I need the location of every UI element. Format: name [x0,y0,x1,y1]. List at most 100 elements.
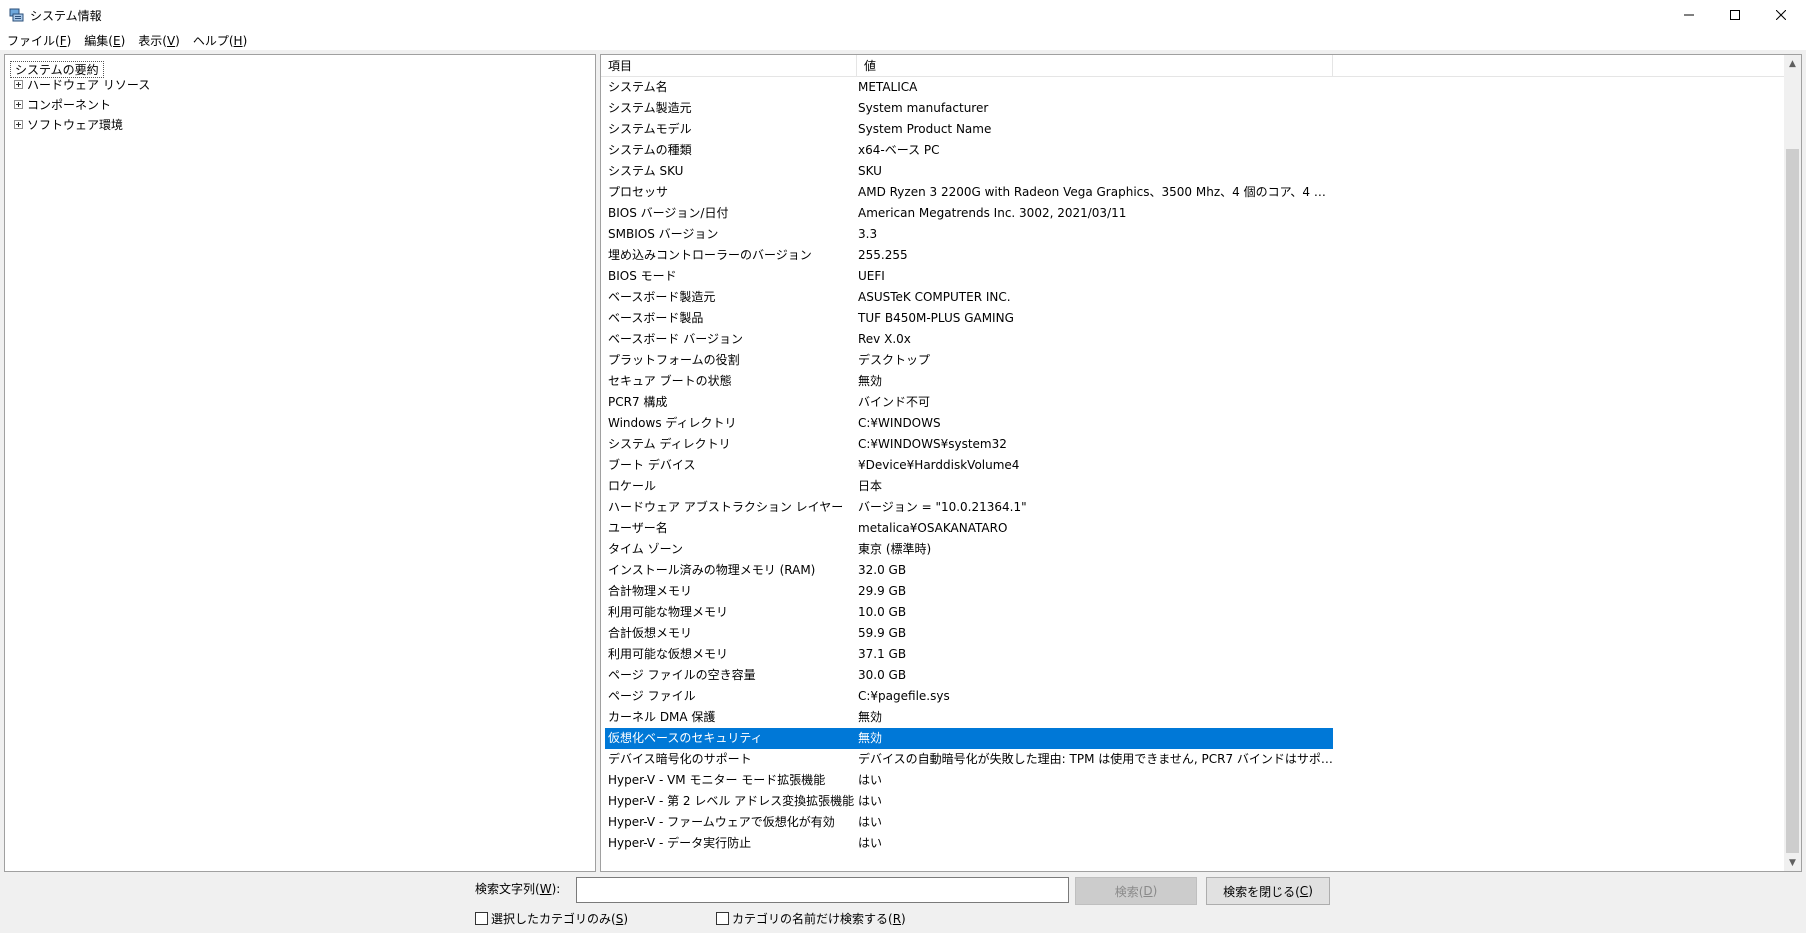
column-header-item[interactable]: 項目 [601,55,857,77]
table-row[interactable]: セキュア ブートの状態 無効 [605,371,1333,392]
category-tree: システムの要約 ハードウェア リソース コンポーネント ソフトウェア環境 [4,54,596,872]
table-row[interactable]: BIOS バージョン/日付 American Megatrends Inc. 30… [605,203,1333,224]
row-value: C:¥pagefile.sys [858,689,950,703]
table-row[interactable]: プラットフォームの役割 デスクトップ [605,350,1333,371]
scroll-thumb[interactable] [1786,149,1799,853]
row-value: ¥Device¥HarddiskVolume4 [858,458,1020,472]
table-row[interactable]: システム ディレクトリ C:¥WINDOWS¥system32 [605,434,1333,455]
row-item: プロセッサ [608,185,669,199]
table-row[interactable]: 利用可能な物理メモリ 10.0 GB [605,602,1333,623]
row-item: BIOS モード [608,269,677,283]
expand-icon[interactable] [14,79,23,89]
table-row[interactable]: ハードウェア アブストラクション レイヤー バージョン = "10.0.21364… [605,497,1333,518]
row-value: 255.255 [858,248,908,262]
table-row[interactable]: プロセッサ AMD Ryzen 3 2200G with Radeon Vega … [605,182,1333,203]
table-row[interactable]: システム SKU SKU [605,161,1333,182]
minimize-button[interactable] [1666,0,1712,30]
row-value: デスクトップ [858,353,931,367]
row-value: 3.3 [858,227,878,241]
details-list: 項目 値 システム名 METALICA システム製造元 System manufact… [600,54,1802,872]
menu-edit-label: 編集( [84,34,113,48]
table-row[interactable]: システムの種類 x64-ベース PC [605,140,1333,161]
row-item: BIOS バージョン/日付 [608,206,729,220]
checkbox-accel: R [892,911,902,926]
row-value: 30.0 GB [858,668,907,682]
tree-item-components[interactable]: コンポーネント [14,95,111,113]
vertical-scrollbar[interactable]: ▲ ▼ [1784,55,1801,871]
row-item: プラットフォームの役割 [608,353,740,367]
expand-icon[interactable] [14,99,23,109]
close-find-label: 検索を閉じる( [1223,884,1300,899]
table-row[interactable]: ロケール 日本 [605,476,1333,497]
close-button[interactable] [1758,0,1804,30]
table-row[interactable]: デバイス暗号化のサポート デバイスの自動暗号化が失敗した理由: TPM は使用でき… [605,749,1333,770]
table-row[interactable]: ベースボード バージョン Rev X.0x [605,329,1333,350]
table-row[interactable]: カーネル DMA 保護 無効 [605,707,1333,728]
table-row[interactable]: Hyper-V - 第 2 レベル アドレス変換拡張機能 はい [605,791,1333,812]
search-input[interactable] [576,877,1069,903]
find-button[interactable]: 検索(D) [1075,877,1197,905]
checkbox-box[interactable] [716,912,729,925]
table-row[interactable]: Windows ディレクトリ C:¥WINDOWS [605,413,1333,434]
table-row[interactable]: ページ ファイルの空き容量 30.0 GB [605,665,1333,686]
expand-icon[interactable] [14,119,23,129]
scroll-up-arrow-icon[interactable]: ▲ [1784,55,1801,72]
checkbox-accel: S [615,911,624,926]
menu-help-accel: H [233,34,243,48]
row-item: Hyper-V - ファームウェアで仮想化が有効 [608,815,835,829]
row-item: 仮想化ベースのセキュリティ [608,731,763,745]
row-item: 利用可能な物理メモリ [608,605,729,619]
list-body: システム名 METALICA システム製造元 System manufacturer シ… [605,77,1333,854]
table-row[interactable]: システム名 METALICA [605,77,1333,98]
row-item: 埋め込みコントローラーのバージョン [608,248,812,262]
table-row[interactable]: システム製造元 System manufacturer [605,98,1333,119]
menu-edit-accel: E [112,34,121,48]
tree-item-hardware-resources[interactable]: ハードウェア リソース [14,75,150,93]
table-row[interactable]: 合計仮想メモリ 59.9 GB [605,623,1333,644]
row-value: 59.9 GB [858,626,907,640]
title-bar: システム情報 [0,0,1806,30]
table-row[interactable]: Hyper-V - ファームウェアで仮想化が有効 はい [605,812,1333,833]
checkbox-box[interactable] [475,912,488,925]
search-selected-category-checkbox[interactable]: 選択したカテゴリのみ(S) [475,910,628,927]
menu-file[interactable]: ファイル(F) [0,30,77,50]
menu-view[interactable]: 表示(V) [131,30,186,50]
table-row[interactable]: ページ ファイル C:¥pagefile.sys [605,686,1333,707]
menu-view-tail: ) [175,34,180,48]
table-row[interactable]: PCR7 構成 バインド不可 [605,392,1333,413]
menu-edit[interactable]: 編集(E) [77,30,131,50]
table-row[interactable]: ユーザー名 metalica¥OSAKANATARO [605,518,1333,539]
menu-view-accel: V [166,34,176,48]
table-row[interactable]: 仮想化ベースのセキュリティ 無効 [605,728,1333,749]
scroll-down-arrow-icon[interactable]: ▼ [1784,854,1801,871]
maximize-button[interactable] [1712,0,1758,30]
row-item: ページ ファイルの空き容量 [608,668,756,682]
row-value: 東京 (標準時) [858,542,932,556]
table-row[interactable]: ベースボード製造元 ASUSTeK COMPUTER INC. [605,287,1333,308]
menu-help[interactable]: ヘルプ(H) [186,30,253,50]
search-category-names-checkbox[interactable]: カテゴリの名前だけ検索する(R) [716,910,906,927]
row-item: Hyper-V - データ実行防止 [608,836,752,850]
table-row[interactable]: 合計物理メモリ 29.9 GB [605,581,1333,602]
column-header-value[interactable]: 値 [857,55,1333,77]
table-row[interactable]: インストール済みの物理メモリ (RAM) 32.0 GB [605,560,1333,581]
table-row[interactable]: Hyper-V - VM モニター モード拡張機能 はい [605,770,1333,791]
row-item: 利用可能な仮想メモリ [608,647,729,661]
table-row[interactable]: SMBIOS バージョン 3.3 [605,224,1333,245]
row-value: はい [858,815,883,829]
table-row[interactable]: タイム ゾーン 東京 (標準時) [605,539,1333,560]
close-find-button[interactable]: 検索を閉じる(C) [1206,877,1330,905]
row-value: x64-ベース PC [858,143,940,157]
find-button-label: 検索( [1114,884,1144,899]
table-row[interactable]: 埋め込みコントローラーのバージョン 255.255 [605,245,1333,266]
table-row[interactable]: Hyper-V - データ実行防止 はい [605,833,1333,854]
table-row[interactable]: システムモデル System Product Name [605,119,1333,140]
row-value: C:¥WINDOWS [858,416,941,430]
table-row[interactable]: ベースボード製品 TUF B450M-PLUS GAMING [605,308,1333,329]
table-row[interactable]: ブート デバイス ¥Device¥HarddiskVolume4 [605,455,1333,476]
table-row[interactable]: BIOS モード UEFI [605,266,1333,287]
row-value: American Megatrends Inc. 3002, 2021/03/1… [858,206,1127,220]
table-row[interactable]: 利用可能な仮想メモリ 37.1 GB [605,644,1333,665]
tree-item-software-environment[interactable]: ソフトウェア環境 [14,115,123,133]
row-item: PCR7 構成 [608,395,668,409]
